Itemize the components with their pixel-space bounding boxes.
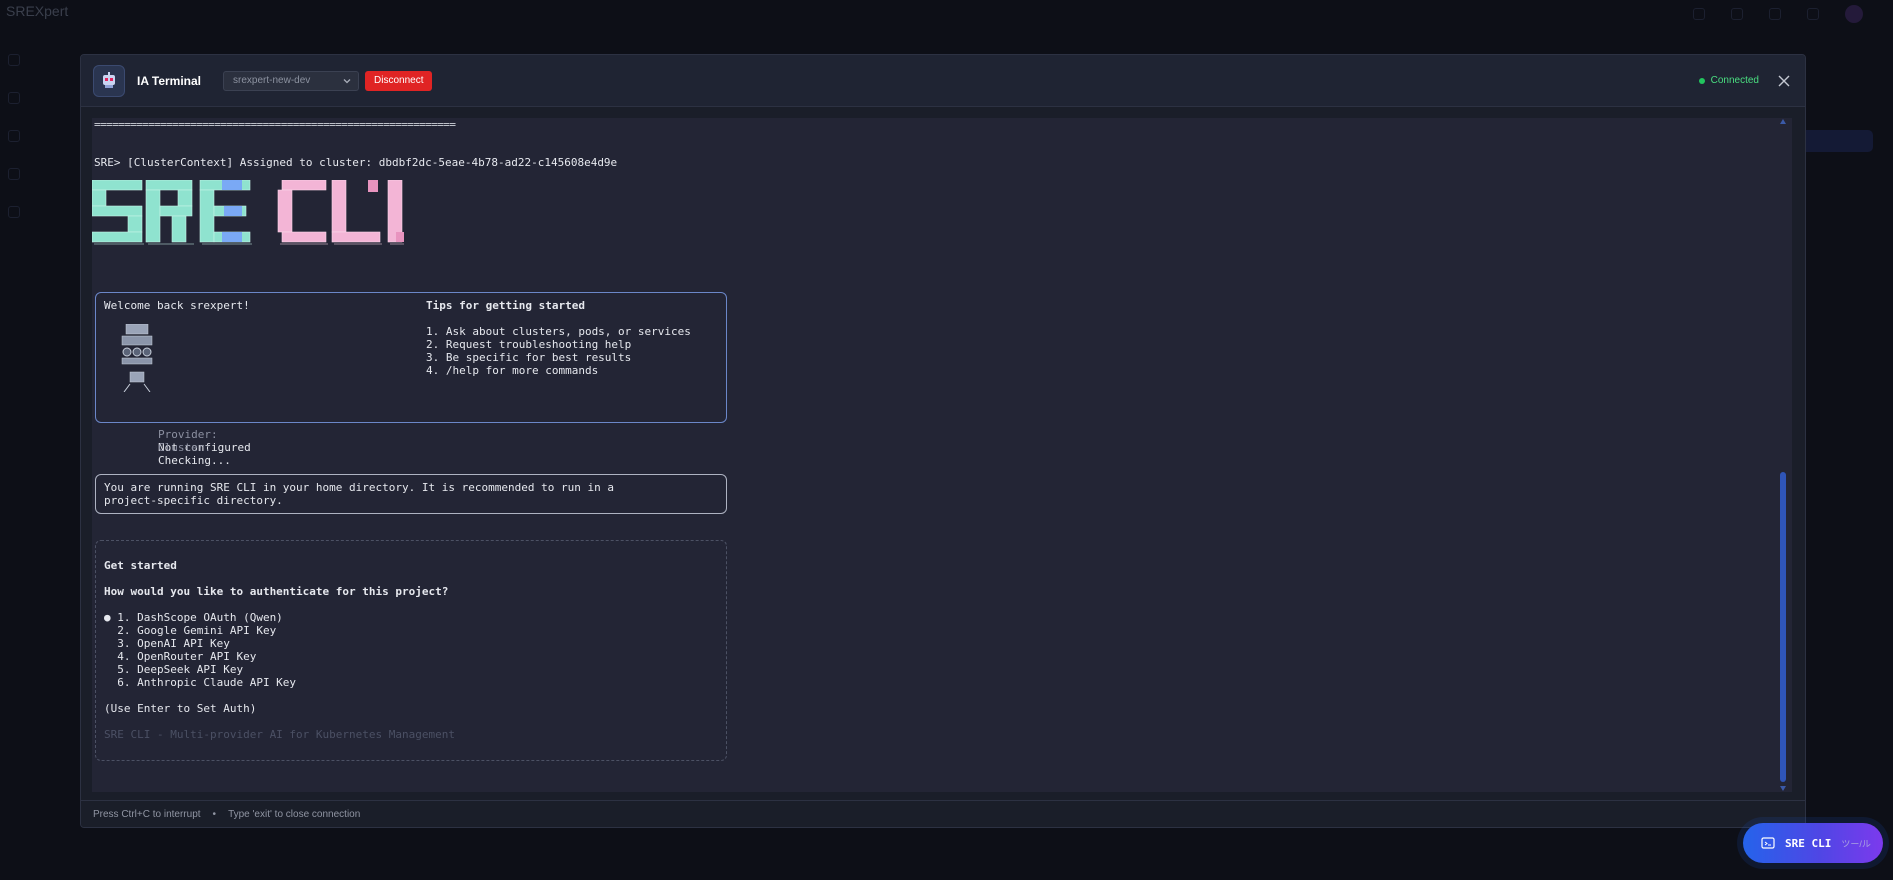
terminal-scrollbar[interactable] <box>1780 118 1786 792</box>
background-sidebar <box>0 40 30 244</box>
cli-footer-text: SRE CLI - Multi-provider AI for Kubernet… <box>104 728 455 741</box>
sre-cli-banner <box>92 180 404 245</box>
auth-option-dashscope[interactable]: ● 1. DashScope OAuth (Qwen) <box>104 611 283 624</box>
footer-separator: • <box>212 808 217 820</box>
status-text: Connected <box>1710 75 1759 86</box>
background-nav-icon <box>8 54 20 66</box>
modal-header: IA Terminal srexpert-new-dev Disconnect … <box>81 55 1805 107</box>
background-toolbar-icon <box>1769 8 1781 20</box>
interrupt-hint: Press Ctrl+C to interrupt <box>93 808 201 820</box>
cluster-context-line: SRE> [ClusterContext] Assigned to cluste… <box>94 156 618 169</box>
auth-option-gemini[interactable]: 2. Google Gemini API Key <box>104 624 276 637</box>
status-dot-icon <box>1698 77 1705 84</box>
background-avatar <box>1845 5 1863 23</box>
modal-title: IA Terminal <box>137 73 202 88</box>
terminal-output[interactable]: ========================================… <box>92 118 1792 792</box>
tip-item: 1. Ask about clusters, pods, or services <box>426 325 691 338</box>
tip-item: 3. Be specific for best results <box>426 351 632 364</box>
background-app-title: SREXpert <box>6 3 69 19</box>
connection-status: Connected <box>1698 75 1759 86</box>
background-toolbar-icon <box>1807 8 1819 20</box>
background-toolbar-icon <box>1693 8 1705 20</box>
home-directory-warning: You are running SRE CLI in your home dir… <box>95 474 727 514</box>
close-button[interactable] <box>1775 72 1793 90</box>
welcome-greeting: Welcome back srexpert! <box>104 299 250 312</box>
background-nav-icon <box>8 130 20 142</box>
sre-cli-button-extra: ツー/ル <box>1841 838 1871 849</box>
auth-option-anthropic[interactable]: 6. Anthropic Claude API Key <box>104 676 296 689</box>
scroll-down-icon[interactable] <box>1780 786 1786 791</box>
connection-select[interactable]: srexpert-new-dev <box>223 70 360 91</box>
auth-option-openrouter[interactable]: 4. OpenRouter API Key <box>104 650 256 663</box>
close-icon <box>1778 75 1790 86</box>
modal-footer: Press Ctrl+C to interrupt • Type 'exit' … <box>81 800 1805 827</box>
chevron-down-icon <box>343 78 351 83</box>
cluster-value: Checking... <box>157 454 231 467</box>
exit-hint: Type 'exit' to close connection <box>228 808 361 820</box>
scroll-thumb[interactable] <box>1780 472 1786 782</box>
scroll-up-icon[interactable] <box>1780 119 1786 124</box>
warning-text: You are running SRE CLI in your home dir… <box>104 481 614 507</box>
get-started-box: Get started How would you like to authen… <box>95 540 727 761</box>
get-started-title: Get started <box>104 559 177 572</box>
disconnect-button[interactable]: Disconnect <box>365 70 433 91</box>
ia-terminal-modal: IA Terminal srexpert-new-dev Disconnect … <box>80 54 1806 828</box>
sre-cli-button[interactable]: SRE CLI ツー/ル <box>1743 823 1883 863</box>
welcome-box: Welcome back srexpert! Provider: Not con… <box>95 292 727 467</box>
auth-hint: (Use Enter to Set Auth) <box>104 702 257 715</box>
background-toolbar <box>1693 5 1863 23</box>
auth-option-deepseek[interactable]: 5. DeepSeek API Key <box>104 663 243 676</box>
auth-question: How would you like to authenticate for t… <box>104 585 449 598</box>
background-toolbar-icon <box>1731 8 1743 20</box>
tip-item: 4. /help for more commands <box>426 364 599 377</box>
robot-icon <box>93 64 125 97</box>
tips-title: Tips for getting started <box>426 299 585 312</box>
cluster-row: Cluster: Checking... <box>105 428 231 480</box>
tip-item: 2. Request troubleshooting help <box>426 338 632 351</box>
connection-select-value: srexpert-new-dev <box>233 75 311 86</box>
robot-icon <box>121 324 153 392</box>
separator-line: ========================================… <box>94 118 456 131</box>
auth-option-openai[interactable]: 3. OpenAI API Key <box>104 637 230 650</box>
terminal-icon <box>1761 837 1775 849</box>
background-nav-icon <box>8 92 20 104</box>
sre-cli-button-label: SRE CLI <box>1785 836 1832 850</box>
background-nav-icon <box>8 206 20 218</box>
cluster-label: Cluster: <box>157 441 211 454</box>
background-nav-icon <box>8 168 20 180</box>
